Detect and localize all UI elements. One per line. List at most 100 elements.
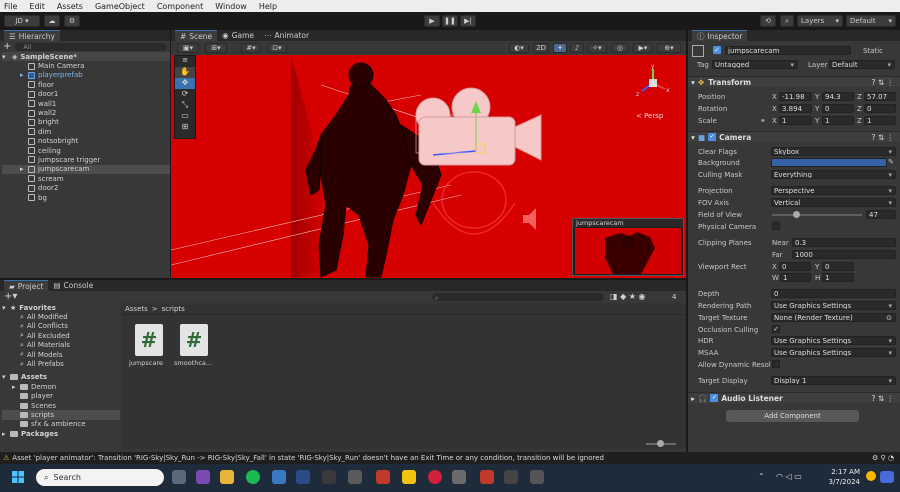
pivot-icon[interactable]: ⊞▾ [205, 43, 227, 53]
add-component-button[interactable]: Add Component [726, 410, 859, 422]
viewport-h-field[interactable]: 1 [822, 273, 854, 282]
list-item[interactable]: ⌕ All Models [2, 350, 120, 359]
list-item[interactable]: ⌕ All Prefabs [2, 359, 120, 369]
sticky-notes-icon[interactable] [402, 470, 416, 484]
grid-icon[interactable]: #▾ [241, 43, 261, 53]
tray-chevron-icon[interactable]: ⌃ [758, 472, 765, 481]
play-button[interactable]: ▶ [424, 15, 440, 27]
opera-icon[interactable] [428, 470, 442, 484]
menu-gameobject[interactable]: GameObject [95, 2, 145, 11]
camera-enabled-checkbox[interactable]: ✓ [708, 133, 717, 141]
draw-mode-icon[interactable]: ▣▾ [177, 43, 199, 53]
list-item[interactable]: jumpscare trigger [2, 155, 170, 164]
csharp-script-icon[interactable]: # [135, 324, 163, 356]
list-item[interactable]: Scenes [2, 401, 120, 410]
component-menu-icon[interactable]: ? ⇅ ⋮ [871, 78, 894, 87]
windows-start-icon[interactable] [12, 471, 24, 483]
link-icon[interactable]: ⚭ [760, 117, 766, 125]
dynamic-resolution-checkbox[interactable] [772, 360, 780, 368]
rect-tool-icon[interactable]: ▭ [175, 111, 195, 122]
mode-2d-button[interactable]: 2D [533, 43, 549, 53]
collapse-arrow-icon[interactable]: ▾ [688, 133, 698, 142]
step-button[interactable]: ▶| [460, 15, 476, 27]
taskbar-search[interactable]: ⌕ Search [36, 469, 164, 486]
fov-slider-track[interactable] [772, 214, 862, 216]
rotation-x-field[interactable]: 3.894 [779, 104, 812, 113]
list-item[interactable]: ⌕ All Materials [2, 341, 120, 350]
expand-arrow-icon[interactable]: ▸ [20, 71, 28, 79]
snap-icon[interactable]: ⊡▾ [267, 43, 287, 53]
list-item[interactable]: ▸ Demon [2, 382, 120, 391]
list-item[interactable]: ⌕ All Excluded [2, 331, 120, 340]
unity-hub-icon[interactable] [452, 470, 466, 484]
culling-mask-dropdown[interactable]: Everything [771, 170, 896, 179]
near-field[interactable]: 0.3 [792, 238, 896, 247]
fov-axis-dropdown[interactable]: Vertical [771, 198, 896, 207]
tab-console[interactable]: ▤ Console [48, 280, 98, 291]
create-icon[interactable]: +▾ [4, 291, 17, 302]
search-icon[interactable]: ⌕ [780, 15, 794, 27]
layers-dropdown[interactable]: Layers ▾ [797, 15, 843, 27]
list-item[interactable]: notsobright [2, 137, 170, 146]
audio-icon[interactable]: ♪ [570, 43, 584, 53]
camera-icon[interactable]: ▶▾ [633, 43, 653, 53]
rotation-y-field[interactable]: 0 [822, 104, 854, 113]
spotify-icon[interactable] [246, 470, 260, 484]
shading-icon[interactable]: ◐▾ [509, 43, 529, 53]
position-y-field[interactable]: 94.3 [822, 92, 854, 101]
status-icons[interactable]: ⚙ ⚲ ◔ [872, 454, 894, 462]
tag-dropdown[interactable]: Untagged [712, 60, 798, 69]
background-color-field[interactable] [771, 158, 887, 167]
position-x-field[interactable]: -11.98 [779, 92, 812, 101]
photos-icon[interactable] [272, 470, 286, 484]
transform-tool-icon[interactable]: ⊞ [175, 122, 195, 133]
scene-root[interactable]: ▾ ◈ SampleScene* [2, 52, 170, 62]
scene-viewport[interactable]: ≡ ✋ ✥ ⟳ ⤡ ▭ ⊞ y x z < Persp jumpscarecam [171, 55, 686, 278]
status-bar[interactable]: ⚠ Asset 'player animator': Transition 'R… [0, 452, 900, 464]
audio-listener-header[interactable]: ▸ 🎧 ✓ Audio Listener? ⇅ ⋮ [688, 392, 900, 403]
menu-window[interactable]: Window [215, 2, 247, 11]
search-field[interactable]: All [15, 42, 167, 51]
collapse-arrow-icon[interactable]: ▸ [688, 394, 698, 403]
collab-icon[interactable]: ⚙ [64, 15, 80, 27]
list-item[interactable]: wall1 [2, 99, 170, 108]
fov-field[interactable]: 47 [866, 210, 896, 219]
tab-scene[interactable]: # Scene [175, 30, 218, 41]
file-name[interactable]: jumpscare [129, 359, 163, 367]
component-menu-icon[interactable]: ? ⇅ ⋮ [871, 394, 894, 403]
projection-dropdown[interactable]: Perspective [771, 186, 896, 195]
file-explorer-icon[interactable] [220, 470, 234, 484]
copilot-icon[interactable] [880, 471, 894, 483]
tab-project[interactable]: ▰ Project [4, 280, 49, 291]
tab-hierarchy[interactable]: ☰ Hierarchy [4, 30, 60, 41]
list-item[interactable]: bright [2, 118, 170, 127]
menu-help[interactable]: Help [259, 2, 277, 11]
tab-animator[interactable]: ⋯ Animator [259, 30, 314, 41]
list-item[interactable]: door1 [2, 90, 170, 99]
expand-arrow-icon[interactable]: ▾ [2, 53, 12, 61]
account-dropdown[interactable]: JD ▾ [4, 15, 40, 27]
orientation-gizmo[interactable]: y x z [633, 63, 673, 107]
task-view-icon[interactable] [172, 470, 186, 484]
list-item-selected[interactable]: scripts [2, 410, 120, 420]
rendering-path-dropdown[interactable]: Use Graphics Settings [771, 301, 896, 310]
layout-dropdown[interactable]: Default ▾ [846, 15, 896, 27]
scale-x-field[interactable]: 1 [779, 116, 812, 125]
clear-flags-dropdown[interactable]: Skybox [771, 147, 896, 156]
msaa-dropdown[interactable]: Use Graphics Settings [771, 348, 896, 357]
object-name-field[interactable]: jumpscarecam [725, 46, 851, 55]
camera-header[interactable]: ▾ ■ ✓ Camera? ⇅ ⋮ [688, 131, 900, 142]
target-display-dropdown[interactable]: Display 1 [771, 376, 896, 385]
list-item[interactable]: ⌕ All Modified [2, 312, 120, 322]
tab-inspector[interactable]: ⓘ Inspector [692, 30, 748, 41]
app-icon-5[interactable] [376, 470, 390, 484]
menu-edit[interactable]: Edit [29, 2, 45, 11]
rotation-z-field[interactable]: 0 [864, 104, 896, 113]
physical-camera-checkbox[interactable] [772, 222, 780, 230]
file-name[interactable]: smoothca... [174, 359, 212, 367]
icon-size-slider-thumb[interactable] [657, 440, 664, 447]
component-menu-icon[interactable]: ? ⇅ ⋮ [871, 133, 894, 142]
unity-icon[interactable] [504, 470, 518, 484]
assets-header[interactable]: ▾ Assets [2, 373, 120, 382]
taskbar-clock[interactable]: 2:17 AM 3/7/2024 [818, 467, 860, 489]
